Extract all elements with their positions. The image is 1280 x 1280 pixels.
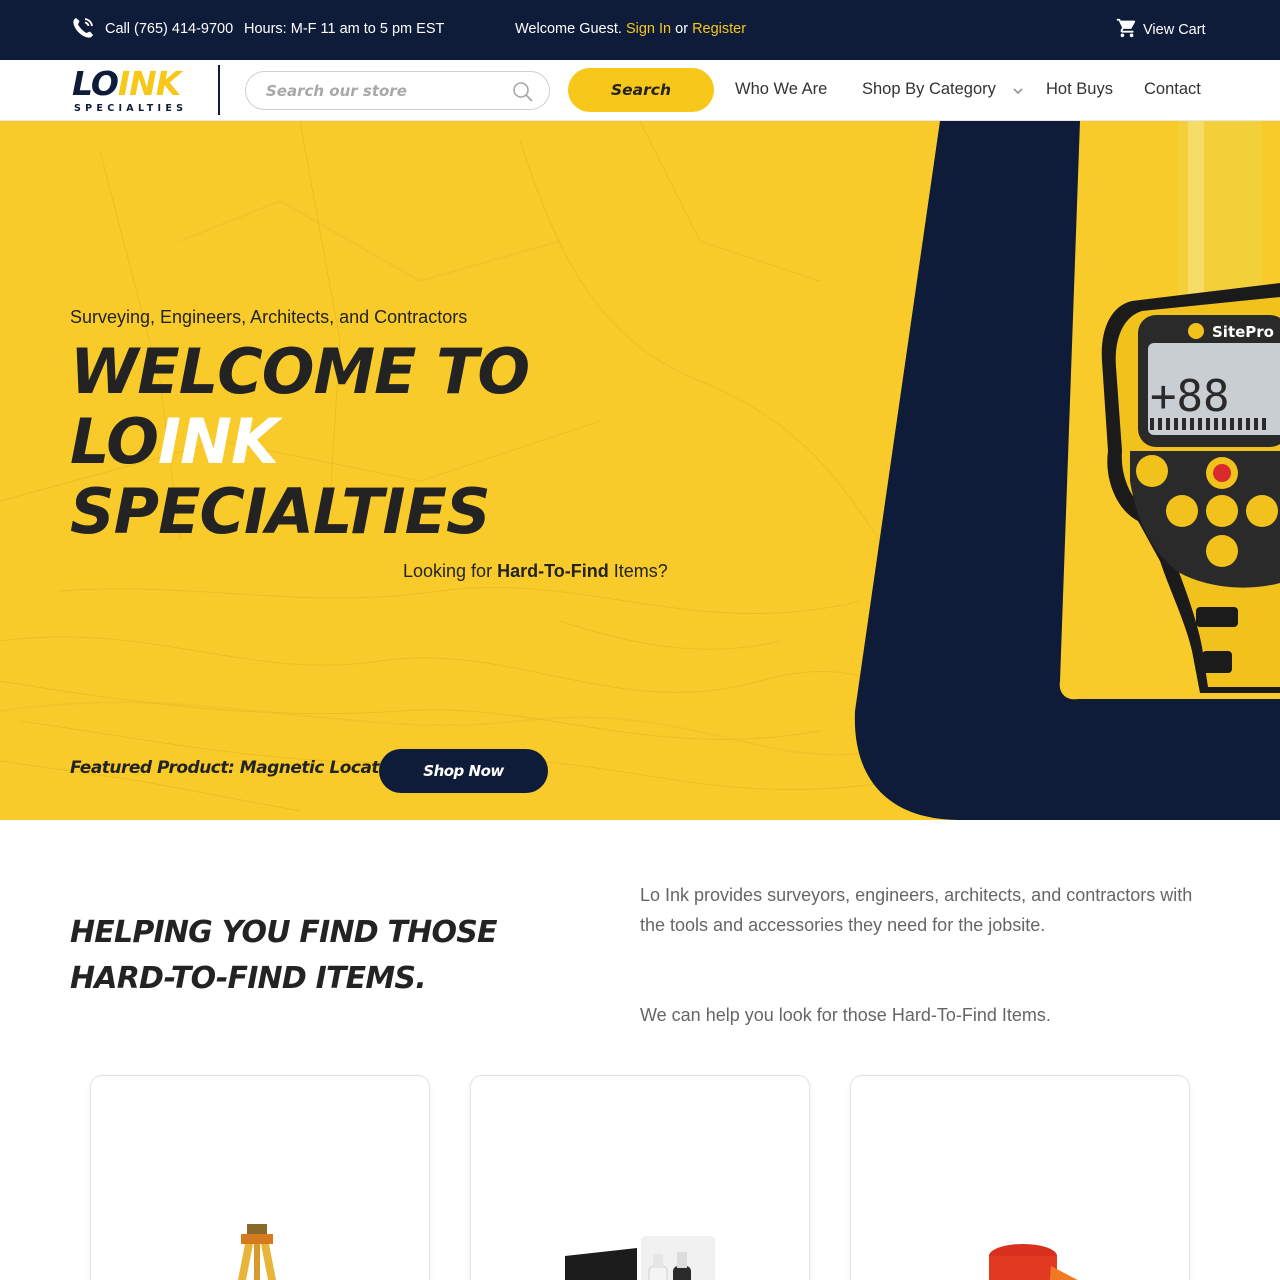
device-brand-label: SitePro bbox=[1212, 323, 1274, 341]
phone-number[interactable]: Call (765) 414-9700 bbox=[105, 21, 233, 37]
view-cart-link[interactable]: View Cart bbox=[1116, 17, 1206, 39]
tagline-prefix: Looking for bbox=[403, 561, 493, 581]
search-input[interactable] bbox=[266, 80, 506, 102]
nav-shop-by-category[interactable]: Shop By Category bbox=[862, 80, 996, 99]
main-navigation: LOINK SPECIALTIES Search Who We Are Shop… bbox=[0, 60, 1280, 121]
welcome-message: Welcome Guest. Sign In or Register bbox=[515, 21, 746, 37]
product-card[interactable] bbox=[850, 1075, 1190, 1280]
register-link[interactable]: Register bbox=[692, 21, 746, 37]
hero-kicker: Surveying, Engineers, Architects, and Co… bbox=[70, 307, 468, 327]
store-hours: Hours: M-F 11 am to 5 pm EST bbox=[244, 21, 445, 37]
hero-title-lo: LO bbox=[70, 405, 159, 478]
search-button[interactable]: Search bbox=[568, 68, 714, 112]
intro-heading: HELPING YOU FIND THOSE HARD-TO-FIND ITEM… bbox=[70, 915, 497, 996]
featured-product-label: Featured Product: Magnetic Locator bbox=[70, 758, 399, 778]
cart-label: View Cart bbox=[1143, 21, 1206, 38]
hero-title: WELCOME TO LOINK SPECIALTIES bbox=[70, 337, 590, 547]
intro-paragraph-secondary: We can help you look for those Hard-To-F… bbox=[640, 1005, 1051, 1025]
phone-icon bbox=[73, 18, 93, 38]
product-card[interactable] bbox=[90, 1075, 430, 1280]
ink-kit-image bbox=[565, 1236, 715, 1280]
hero-tagline: Looking for Hard-To-Find Items? bbox=[403, 561, 668, 582]
welcome-text: Welcome Guest. bbox=[515, 21, 622, 37]
device-readout: +88 bbox=[1150, 371, 1229, 422]
search-box bbox=[245, 71, 550, 110]
logo-wordmark: LOINK bbox=[72, 64, 181, 103]
search-icon[interactable] bbox=[512, 81, 534, 103]
tripod-image bbox=[238, 1224, 276, 1280]
product-card[interactable] bbox=[470, 1075, 810, 1280]
nav-who-we-are[interactable]: Who We Are bbox=[735, 80, 827, 99]
sign-in-link[interactable]: Sign In bbox=[626, 21, 671, 37]
top-bar: Call (765) 414-9700 Hours: M-F 11 am to … bbox=[0, 0, 1280, 60]
hero-title-line1: WELCOME TO bbox=[70, 335, 530, 408]
logo[interactable]: LOINK SPECIALTIES bbox=[72, 66, 198, 116]
nav-hot-buys[interactable]: Hot Buys bbox=[1046, 80, 1113, 99]
traffic-cone-image bbox=[989, 1244, 1078, 1280]
hero-title-line3: SPECIALTIES bbox=[70, 475, 491, 548]
tagline-bold: Hard-To-Find bbox=[497, 561, 609, 581]
or-text: or bbox=[675, 21, 689, 37]
chevron-down-icon[interactable] bbox=[1013, 87, 1023, 95]
tagline-suffix: Items? bbox=[613, 561, 668, 581]
intro-paragraph: Lo Ink provides surveyors, engineers, ar… bbox=[640, 885, 1193, 935]
cart-icon bbox=[1116, 18, 1136, 38]
hero-title-ink: INK bbox=[158, 405, 279, 478]
logo-subtitle: SPECIALTIES bbox=[74, 103, 188, 114]
logo-divider bbox=[218, 65, 220, 115]
nav-contact[interactable]: Contact bbox=[1144, 80, 1201, 99]
hero-banner: SitePro +88 Surveying, Engineers, Archit… bbox=[0, 121, 1280, 820]
shop-now-button[interactable]: Shop Now bbox=[379, 749, 548, 793]
